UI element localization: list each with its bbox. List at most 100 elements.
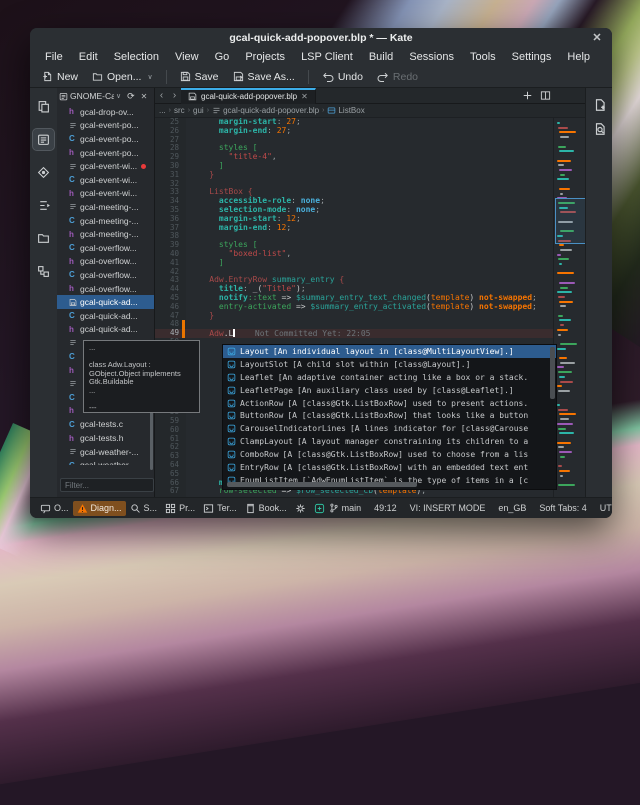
code-line-26[interactable]: 26 margin-end: 27;: [155, 127, 585, 136]
menu-projects[interactable]: Projects: [238, 50, 292, 64]
titlebar[interactable]: gcal-quick-add-popover.blp * — Kate ✕: [30, 28, 612, 47]
tree-item-gcal-weather-[interactable]: gcal-weather-...: [57, 445, 154, 459]
statusbar-diagn-button[interactable]: Diagn...: [73, 501, 126, 516]
project-combo-caret-icon[interactable]: ∨: [116, 92, 121, 100]
completion-item-ActionRow[interactable]: ActionRow [A [class@Gtk.ListBoxRow] used…: [223, 397, 556, 410]
dock-folder-icon[interactable]: [33, 228, 54, 249]
tree-item-gcal-event-wi-[interactable]: Cgcal-event-wi...: [57, 173, 154, 187]
tree-item-gcal-event-po-[interactable]: gcal-event-po...: [57, 119, 154, 133]
statusbar-gear-button[interactable]: [291, 501, 310, 516]
tree-item-gcal-drop-ov-[interactable]: hgcal-drop-ov...: [57, 105, 154, 119]
tree-item-gcal-tests-h[interactable]: hgcal-tests.h: [57, 431, 154, 445]
tab-actions-icon[interactable]: [523, 91, 532, 100]
menu-tools[interactable]: Tools: [463, 50, 503, 64]
tree-item-gcal-quick-ad-[interactable]: Cgcal-quick-ad...: [57, 309, 154, 323]
tree-item-gcal-event-wi-[interactable]: gcal-event-wi...: [57, 159, 154, 173]
menu-selection[interactable]: Selection: [107, 50, 166, 64]
statusbar-book-button[interactable]: Book...: [241, 501, 291, 516]
document-preview-icon[interactable]: [589, 118, 610, 139]
open-caret-icon[interactable]: ∨: [147, 73, 152, 81]
menu-lsp-client[interactable]: LSP Client: [294, 50, 360, 64]
tree-item-gcal-event-wi-[interactable]: hgcal-event-wi...: [57, 187, 154, 201]
undo-button[interactable]: Undo: [316, 69, 369, 85]
completion-horizontal-scrollbar[interactable]: [227, 482, 417, 487]
menu-help[interactable]: Help: [560, 50, 597, 64]
code-line-47[interactable]: 47 }: [155, 312, 585, 321]
nav-forward-button[interactable]: ›: [168, 90, 181, 101]
dock-hierarchy-icon[interactable]: [33, 261, 54, 282]
tree-item-gcal-overflow-[interactable]: hgcal-overflow...: [57, 255, 154, 269]
code-line-30[interactable]: 30 ]: [155, 162, 585, 171]
tab-close-icon[interactable]: ✕: [301, 92, 308, 101]
completion-item-LeafletPage[interactable]: LeafletPage [An auxiliary class used by …: [223, 384, 556, 397]
dock-project-list-icon[interactable]: [33, 129, 54, 150]
statusbar-en-gb[interactable]: en_GB: [498, 503, 526, 513]
split-view-icon[interactable]: [540, 90, 551, 101]
breadcrumb-gcal-quick-add-popover-blp[interactable]: gcal-quick-add-popover.blp: [212, 106, 319, 115]
code-line-37[interactable]: 37 margin-end: 12;: [155, 224, 585, 233]
breadcrumb-ListBox[interactable]: ListBox: [327, 106, 364, 115]
project-name[interactable]: GNOME-Cale: [70, 91, 114, 101]
new-document-icon[interactable]: [589, 94, 610, 115]
completion-item-EntryRow[interactable]: EntryRow [A [class@Gtk.ListBoxRow] with …: [223, 461, 556, 474]
code-line-41[interactable]: 41 ]: [155, 259, 585, 268]
tree-item-gcal-quick-ad-[interactable]: hgcal-quick-ad...: [57, 323, 154, 337]
menu-file[interactable]: File: [38, 50, 70, 64]
completion-item-CarouselIndicatorLines[interactable]: CarouselIndicatorLines [A lines indicato…: [223, 422, 556, 435]
tree-item-gcal-event-po-[interactable]: Cgcal-event-po...: [57, 132, 154, 146]
code-line-48[interactable]: 48: [155, 320, 585, 329]
completion-item-ClampLayout[interactable]: ClampLayout [A layout manager constraini…: [223, 435, 556, 448]
completion-item-Leaflet[interactable]: Leaflet [An adaptive container acting li…: [223, 371, 556, 384]
saveas-button[interactable]: Save As...: [227, 69, 301, 85]
open-button[interactable]: Open...∨: [86, 69, 159, 85]
tree-item-gcal-overflow-[interactable]: Cgcal-overflow...: [57, 268, 154, 282]
tree-item-gcal-quick-ad-[interactable]: gcal-quick-ad...: [57, 295, 154, 309]
tree-item-gcal-meeting-[interactable]: hgcal-meeting-...: [57, 227, 154, 241]
tree-item-gcal-tests-c[interactable]: Cgcal-tests.c: [57, 418, 154, 432]
new-button[interactable]: New: [36, 69, 84, 85]
menu-sessions[interactable]: Sessions: [402, 50, 461, 64]
menu-view[interactable]: View: [168, 50, 206, 64]
menu-settings[interactable]: Settings: [505, 50, 559, 64]
filter-input[interactable]: Filter...: [60, 478, 154, 492]
minimap-viewport[interactable]: [555, 198, 586, 244]
project-reload-icon[interactable]: ⟳: [127, 91, 135, 102]
dock-documents-icon[interactable]: [33, 96, 54, 117]
code-line-46[interactable]: 46 entry-activated => $summary_entry_act…: [155, 303, 585, 312]
project-close-icon[interactable]: ✕: [141, 92, 148, 101]
breadcrumb--[interactable]: ...: [159, 106, 166, 115]
statusbar-ter-button[interactable]: Ter...: [199, 501, 241, 516]
statusbar-o-button[interactable]: O...: [36, 501, 73, 516]
tree-item-gcal-weather-[interactable]: Cgcal-weather-...: [57, 458, 154, 465]
menu-go[interactable]: Go: [208, 50, 237, 64]
completion-item-Layout[interactable]: Layout [An individual layout in [class@M…: [223, 345, 556, 358]
dock-git-icon[interactable]: [33, 162, 54, 183]
completion-item-LayoutSlot[interactable]: LayoutSlot [A child slot within [class@L…: [223, 358, 556, 371]
statusbar-vi-insert-mode[interactable]: VI: INSERT MODE: [410, 503, 486, 513]
tree-item-gcal-meeting-[interactable]: gcal-meeting-...: [57, 200, 154, 214]
tree-item-gcal-meeting-[interactable]: Cgcal-meeting-...: [57, 214, 154, 228]
menu-edit[interactable]: Edit: [72, 50, 105, 64]
breadcrumb-src[interactable]: src: [174, 106, 185, 115]
nav-back-button[interactable]: ‹: [155, 90, 168, 101]
close-button[interactable]: ✕: [590, 30, 604, 44]
statusbar-s-button[interactable]: S...: [126, 501, 162, 516]
statusbar-soft-tabs-4[interactable]: Soft Tabs: 4: [539, 503, 586, 513]
tree-item-gcal-overflow-[interactable]: hgcal-overflow...: [57, 282, 154, 296]
statusbar-utf-8[interactable]: UTF-8: [600, 503, 612, 513]
tree-item-gcal-overflow-[interactable]: Cgcal-overflow...: [57, 241, 154, 255]
minimap[interactable]: [553, 118, 586, 497]
menu-build[interactable]: Build: [362, 50, 400, 64]
breadcrumb-gui[interactable]: gui: [193, 106, 204, 115]
statusbar-pr-button[interactable]: Pr...: [161, 501, 199, 516]
completion-vertical-scrollbar[interactable]: [550, 347, 555, 399]
code-line-49[interactable]: 49 Adw.LNot Committed Yet: 22:05: [155, 329, 585, 338]
code-line-31[interactable]: 31 }: [155, 171, 585, 180]
tab-gcal-quick-add-popover[interactable]: gcal-quick-add-popover.blp ✕: [181, 88, 316, 104]
statusbar-git-square-button[interactable]: [310, 501, 329, 516]
completion-item-ComboRow[interactable]: ComboRow [A [class@Gtk.ListBoxRow] used …: [223, 448, 556, 461]
tree-item-gcal-event-po-[interactable]: hgcal-event-po...: [57, 146, 154, 160]
save-button[interactable]: Save: [174, 69, 225, 85]
statusbar-49-12[interactable]: 49:12: [374, 503, 397, 513]
completion-item-ButtonRow[interactable]: ButtonRow [A [class@Gtk.ListBoxRow] that…: [223, 409, 556, 422]
